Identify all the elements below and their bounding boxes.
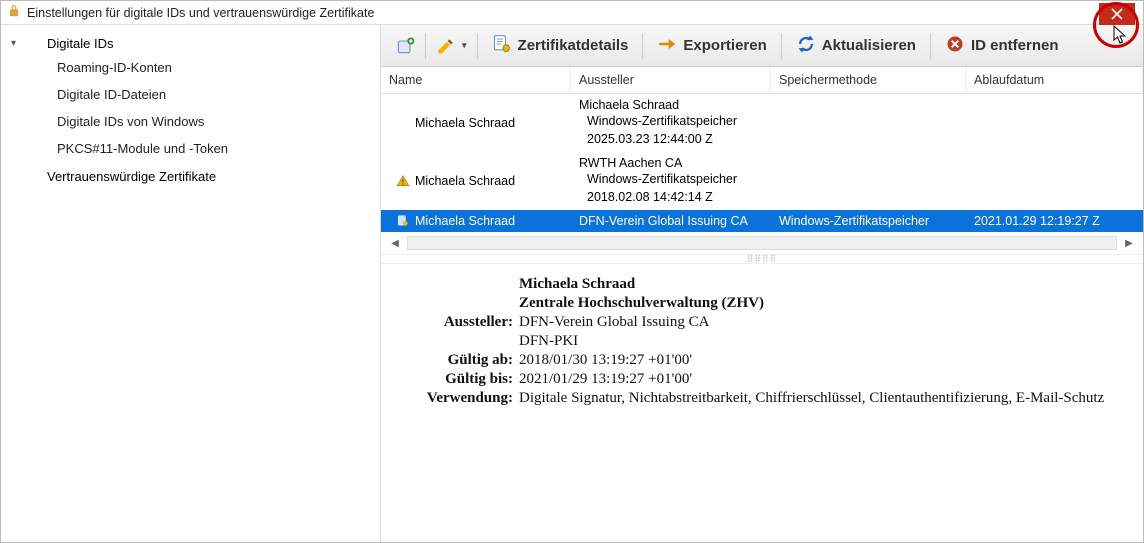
export-label: Exportieren (683, 37, 766, 54)
cell-name: Michaela Schraad (415, 116, 563, 130)
column-expiry[interactable]: Ablaufdatum (966, 67, 1143, 93)
certificate-details-button[interactable]: Zertifikatdetails (482, 30, 639, 62)
cell-expiry: 2025.03.23 12:44:00 Z (579, 130, 763, 148)
cell-issuer: DFN-Verein Global Issuing CA (571, 212, 771, 230)
certificate-details-panel: Michaela Schraad Zentrale Hochschulverwa… (381, 264, 1143, 419)
row-status-icon (395, 214, 411, 228)
lock-icon (7, 4, 21, 21)
scroll-left-icon[interactable]: ◀ (389, 238, 401, 249)
detail-name: Michaela Schraad (519, 276, 1125, 293)
chevron-down-icon: ▾ (11, 38, 21, 49)
cell-name: Michaela Schraad (415, 174, 563, 188)
column-name[interactable]: Name (381, 67, 571, 93)
label-usage: Verwendung: (399, 390, 519, 407)
column-issuer[interactable]: Aussteller (571, 67, 771, 93)
label-validto: Gültig bis: (399, 371, 519, 388)
refresh-icon (796, 34, 816, 58)
export-icon (657, 34, 677, 58)
sidebar-item-id-files[interactable]: Digitale ID-Dateien (53, 81, 380, 108)
new-id-button[interactable] (389, 32, 421, 60)
close-button[interactable] (1099, 3, 1135, 25)
cell-expiry: 2021.01.29 12:19:27 Z (966, 212, 1143, 230)
refresh-button[interactable]: Aktualisieren (786, 30, 926, 62)
refresh-label: Aktualisieren (822, 37, 916, 54)
certificate-icon (492, 34, 512, 58)
column-storage[interactable]: Speichermethode (771, 67, 966, 93)
cell-issuer: Michaela Schraad Windows-Zertifikatspeic… (571, 96, 771, 150)
detail-usage: Digitale Signatur, Nichtabstreitbarkeit,… (519, 390, 1125, 407)
splitter-handle[interactable]: ⠿⠿⠿⠿ (381, 254, 1143, 264)
cell-storage: Windows-Zertifikatspeicher (579, 170, 771, 188)
titlebar: Einstellungen für digitale IDs und vertr… (1, 1, 1143, 25)
cell-storage: Windows-Zertifikatspeicher (579, 112, 771, 130)
remove-id-button[interactable]: ID entfernen (935, 30, 1069, 62)
label-issuer: Aussteller: (399, 314, 519, 331)
tree-root-digital-ids[interactable]: ▾ Digitale IDs (1, 33, 380, 54)
remove-icon (945, 34, 965, 58)
tree-trusted-label: Vertrauenswürdige Zertifikate (47, 169, 216, 184)
detail-validfrom: 2018/01/30 13:19:27 +01'00' (519, 352, 1125, 369)
detail-validto: 2021/01/29 13:19:27 +01'00' (519, 371, 1125, 388)
cell-name: Michaela Schraad (415, 214, 563, 228)
remove-id-label: ID entfernen (971, 37, 1059, 54)
scroll-track[interactable] (407, 236, 1117, 250)
certificate-table: Name Aussteller Speichermethode Ablaufda… (381, 67, 1143, 232)
certificate-details-label: Zertifikatdetails (518, 37, 629, 54)
export-button[interactable]: Exportieren (647, 30, 776, 62)
tree-root-label: Digitale IDs (47, 36, 113, 51)
horizontal-scrollbar[interactable]: ◀ ▶ (381, 232, 1143, 254)
settings-window: Einstellungen für digitale IDs und vertr… (0, 0, 1144, 543)
scroll-right-icon[interactable]: ▶ (1123, 238, 1135, 249)
tree-root-trusted-certs[interactable]: Vertrauenswürdige Zertifikate (1, 166, 380, 187)
toolbar: ▾ Zertifikatdetails Exportieren (381, 25, 1143, 67)
row-status-icon (395, 174, 411, 188)
sidebar-item-pkcs11[interactable]: PKCS#11-Module und -Token (53, 135, 380, 162)
sidebar-item-roaming[interactable]: Roaming-ID-Konten (53, 54, 380, 81)
sidebar: ▾ Digitale IDs Roaming-ID-Konten Digital… (1, 25, 381, 542)
edit-button[interactable]: ▾ (430, 32, 473, 60)
cell-expiry: 2018.02.08 14:42:14 Z (579, 188, 763, 206)
table-row[interactable]: Michaela Schraad Michaela Schraad Window… (381, 94, 1143, 152)
window-title: Einstellungen für digitale IDs und vertr… (27, 6, 374, 20)
cell-issuer: RWTH Aachen CA Windows-Zertifikatspeiche… (571, 154, 771, 208)
table-row[interactable]: Michaela Schraad DFN-Verein Global Issui… (381, 210, 1143, 232)
sidebar-item-windows-ids[interactable]: Digitale IDs von Windows (53, 108, 380, 135)
cell-storage: Windows-Zertifikatspeicher (771, 212, 966, 230)
detail-issuer2: DFN-PKI (519, 333, 1125, 350)
detail-org: Zentrale Hochschulverwaltung (ZHV) (519, 295, 1125, 312)
label-validfrom: Gültig ab: (399, 352, 519, 369)
table-row[interactable]: Michaela Schraad RWTH Aachen CA Windows-… (381, 152, 1143, 210)
chevron-down-icon: ▾ (462, 40, 467, 51)
detail-issuer1: DFN-Verein Global Issuing CA (519, 314, 1125, 331)
